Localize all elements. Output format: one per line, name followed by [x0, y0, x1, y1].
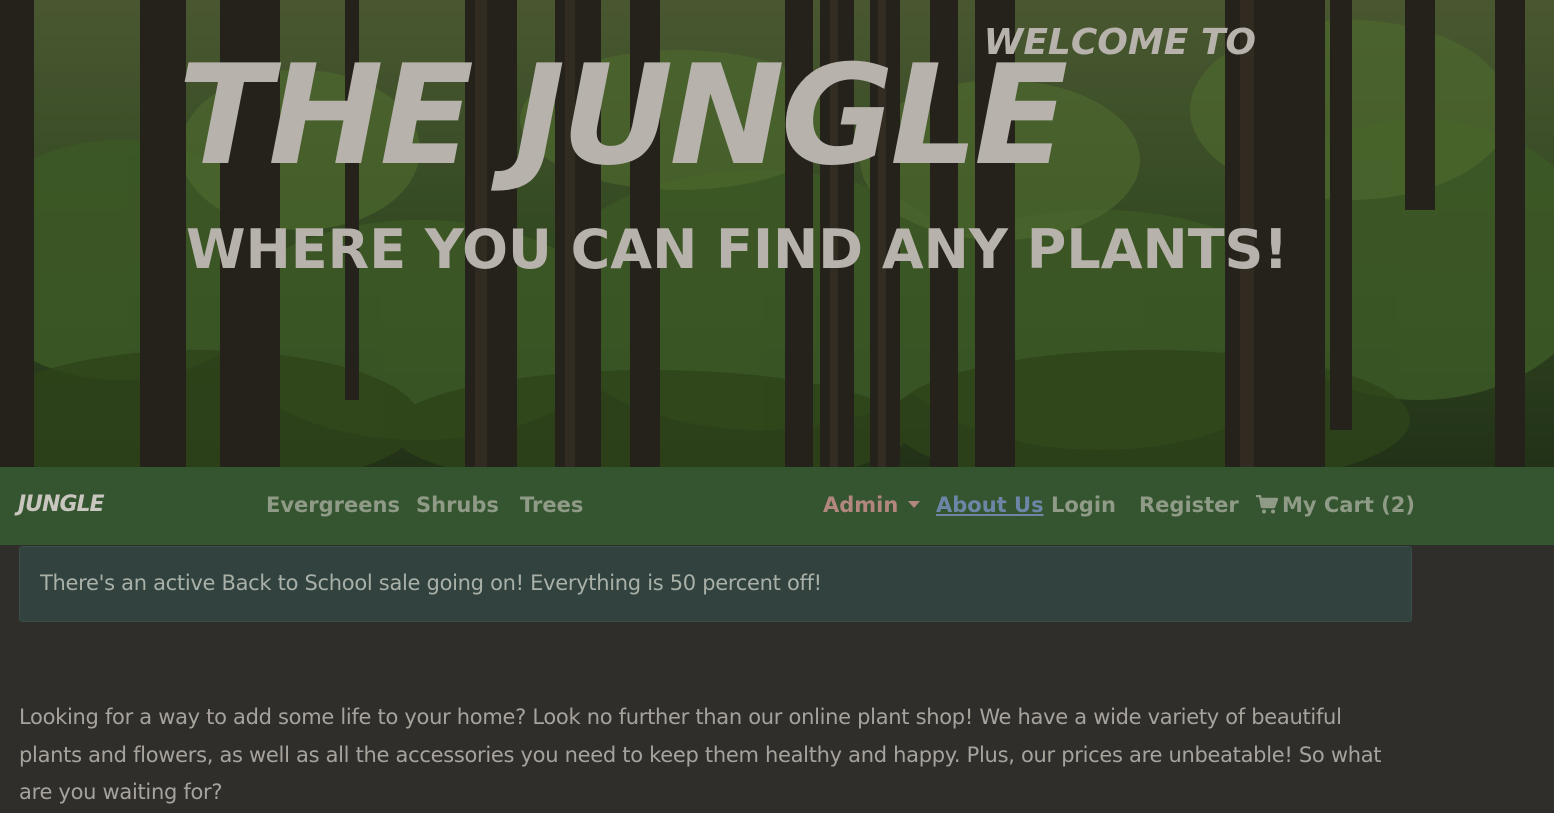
nav-link-register[interactable]: Register — [1139, 492, 1239, 518]
hero-banner: WELCOME TO THE JUNGLE WHERE YOU CAN FIND… — [0, 0, 1554, 467]
cart-label: My Cart (2) — [1282, 493, 1415, 517]
sale-alert-banner: There's an active Back to School sale go… — [19, 546, 1412, 622]
hero-title: THE JUNGLE — [178, 35, 1068, 196]
brand-logo-link[interactable]: JUNGLE — [18, 492, 105, 518]
nav-link-trees[interactable]: Trees — [520, 492, 583, 518]
main-navbar: JUNGLE Evergreens Shrubs Trees Admin Abo… — [0, 467, 1554, 545]
nav-link-evergreens[interactable]: Evergreens — [266, 492, 400, 518]
hero-tagline: WHERE YOU CAN FIND ANY PLANTS! — [186, 218, 1289, 281]
nav-link-my-cart[interactable]: My Cart (2) — [1256, 492, 1415, 518]
admin-dropdown-toggle[interactable]: Admin — [823, 492, 921, 518]
nav-link-shrubs[interactable]: Shrubs — [416, 492, 499, 518]
admin-label: Admin — [823, 493, 899, 517]
nav-link-about-us[interactable]: About Us — [936, 492, 1044, 518]
caret-down-icon — [908, 500, 921, 508]
sale-alert-text: There's an active Back to School sale go… — [40, 571, 822, 595]
shopping-cart-icon — [1256, 494, 1279, 514]
intro-paragraph: Looking for a way to add some life to yo… — [19, 705, 1382, 804]
nav-link-login[interactable]: Login — [1051, 492, 1116, 518]
